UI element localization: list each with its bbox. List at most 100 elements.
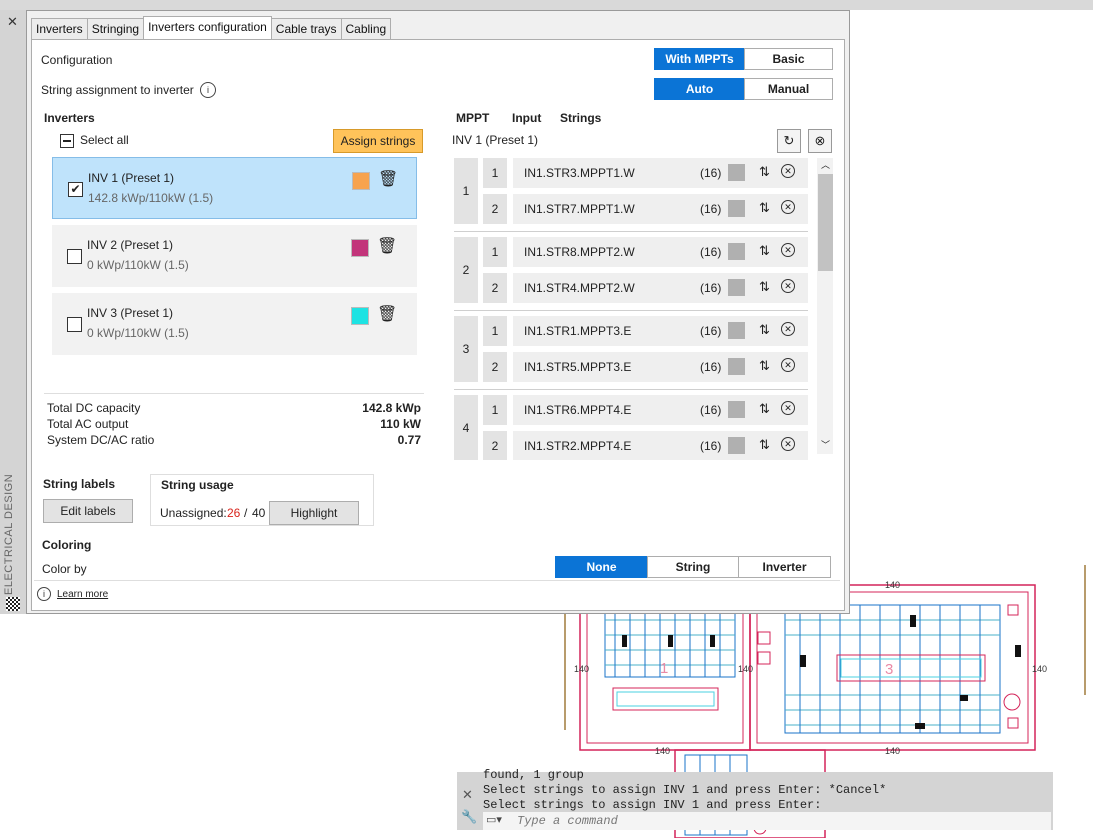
wrench-icon[interactable]: 🔧 — [461, 809, 477, 825]
with-mppts-button[interactable]: With MPPTs — [654, 48, 745, 70]
string-assignment-label: String assignment to inverter — [41, 83, 194, 97]
swap-icon[interactable]: ⇅ — [759, 401, 770, 417]
remove-icon[interactable]: ✕ — [781, 437, 795, 451]
mode-toggle: With MPPTs Basic — [654, 48, 833, 70]
inverter-color-swatch[interactable] — [352, 172, 370, 190]
edit-labels-button[interactable]: Edit labels — [43, 499, 133, 523]
tab-cable-trays[interactable]: Cable trays — [270, 18, 342, 40]
inverter-checkbox[interactable] — [67, 249, 82, 264]
string-row[interactable]: IN1.STR7.MPPT1.W (16) ⇅ ✕ — [513, 194, 808, 224]
tab-inverters[interactable]: Inverters — [31, 18, 88, 40]
string-row[interactable]: IN1.STR3.MPPT1.W (16) ⇅ ✕ — [513, 158, 808, 188]
color-none-button[interactable]: None — [555, 556, 648, 578]
input-number: 2 — [483, 194, 507, 224]
trash-icon[interactable]: 🗑 — [377, 304, 397, 324]
input-number: 1 — [483, 395, 507, 425]
usage-separator: / — [244, 506, 248, 520]
refresh-icon[interactable]: ↻ — [777, 129, 801, 153]
string-row[interactable]: IN1.STR6.MPPT4.E (16) ⇅ ✕ — [513, 395, 808, 425]
tab-stringing[interactable]: Stringing — [86, 18, 145, 40]
remove-icon[interactable]: ✕ — [781, 243, 795, 257]
string-color-swatch[interactable] — [728, 358, 745, 375]
string-row[interactable]: IN1.STR8.MPPT2.W (16) ⇅ ✕ — [513, 237, 808, 267]
string-row[interactable]: IN1.STR2.MPPT4.E (16) ⇅ ✕ — [513, 431, 808, 460]
inverter-item[interactable]: INV 3 (Preset 1) 0 kWp/110kW (1.5) 🗑 — [52, 293, 417, 355]
clear-icon[interactable]: ⊗ — [808, 129, 832, 153]
select-all-checkbox[interactable] — [60, 134, 74, 148]
string-usage-section: String usage Unassigned: 26 / 40 Highlig… — [150, 474, 374, 526]
remove-icon[interactable]: ✕ — [781, 322, 795, 336]
mppt-number: 2 — [454, 237, 478, 303]
highlight-button[interactable]: Highlight — [269, 501, 359, 525]
string-color-swatch[interactable] — [728, 279, 745, 296]
grip-icon[interactable] — [6, 597, 20, 611]
info-icon[interactable]: i — [200, 82, 216, 98]
cad-dim-label: 140 — [655, 746, 670, 756]
string-color-swatch[interactable] — [728, 437, 745, 454]
inverter-checkbox[interactable] — [67, 317, 82, 332]
string-color-swatch[interactable] — [728, 164, 745, 181]
swap-icon[interactable]: ⇅ — [759, 279, 770, 295]
remove-icon[interactable]: ✕ — [781, 164, 795, 178]
chevron-up-icon[interactable]: ︿ — [821, 158, 830, 171]
inverter-item[interactable]: INV 2 (Preset 1) 0 kWp/110kW (1.5) 🗑 — [52, 225, 417, 287]
basic-button[interactable]: Basic — [744, 48, 833, 70]
inverter-color-swatch[interactable] — [351, 307, 369, 325]
swap-icon[interactable]: ⇅ — [759, 164, 770, 180]
string-row[interactable]: IN1.STR1.MPPT3.E (16) ⇅ ✕ — [513, 316, 808, 346]
swap-icon[interactable]: ⇅ — [759, 437, 770, 453]
inverter-color-swatch[interactable] — [351, 239, 369, 257]
cad-dim-label: 140 — [738, 664, 753, 674]
string-color-swatch[interactable] — [728, 401, 745, 418]
dock-title: ELECTRICAL DESIGN — [3, 473, 15, 595]
input-number: 2 — [483, 431, 507, 460]
swap-icon[interactable]: ⇅ — [759, 322, 770, 338]
remove-icon[interactable]: ✕ — [781, 200, 795, 214]
dc-ac-ratio-value: 0.77 — [397, 433, 421, 447]
auto-button[interactable]: Auto — [654, 78, 745, 100]
manual-button[interactable]: Manual — [744, 78, 833, 100]
input-number: 1 — [483, 316, 507, 346]
string-color-swatch[interactable] — [728, 322, 745, 339]
remove-icon[interactable]: ✕ — [781, 279, 795, 293]
cad-dim-label: 140 — [885, 746, 900, 756]
scrollbar-thumb[interactable] — [818, 174, 833, 271]
color-string-button[interactable]: String — [647, 556, 739, 578]
string-count: (16) — [700, 166, 722, 180]
swap-icon[interactable]: ⇅ — [759, 243, 770, 259]
chevron-down-icon[interactable]: ﹀ — [821, 438, 830, 451]
learn-more-link[interactable]: Learn more — [57, 589, 108, 600]
inverters-title: Inverters — [44, 111, 95, 125]
inverter-item[interactable]: ✔ INV 1 (Preset 1) 142.8 kWp/110kW (1.5)… — [52, 157, 417, 219]
color-inverter-button[interactable]: Inverter — [738, 556, 831, 578]
inverter-checkbox[interactable]: ✔ — [68, 182, 83, 197]
command-history-line: Select strings to assign INV 1 and press… — [483, 783, 887, 797]
tab-inverters-configuration[interactable]: Inverters configuration — [143, 16, 272, 40]
string-labels-title: String labels — [43, 477, 116, 491]
remove-icon[interactable]: ✕ — [781, 401, 795, 415]
string-color-swatch[interactable] — [728, 243, 745, 260]
close-icon[interactable]: ✕ — [7, 14, 18, 30]
terminal-icon[interactable]: ▭▾ — [486, 813, 502, 826]
mppt-list: 1 1 IN1.STR3.MPPT1.W (16) ⇅ ✕ 2 IN1.STR7… — [440, 158, 818, 460]
tab-cabling[interactable]: Cabling — [340, 18, 392, 40]
trash-icon[interactable]: 🗑 — [377, 236, 397, 256]
assign-strings-button[interactable]: Assign strings — [333, 129, 423, 153]
string-name: IN1.STR7.MPPT1.W — [524, 202, 635, 216]
command-input[interactable]: ▭▾ Type a command — [483, 812, 1051, 830]
string-row[interactable]: IN1.STR5.MPPT3.E (16) ⇅ ✕ — [513, 352, 808, 382]
close-icon[interactable]: ✕ — [462, 787, 473, 803]
divider — [44, 393, 424, 394]
remove-icon[interactable]: ✕ — [781, 358, 795, 372]
string-count: (16) — [700, 202, 722, 216]
command-placeholder: Type a command — [517, 814, 618, 828]
scrollbar[interactable]: ︿ ﹀ — [817, 158, 833, 454]
string-row[interactable]: IN1.STR4.MPPT2.W (16) ⇅ ✕ — [513, 273, 808, 303]
command-window: ✕ 🔧 found, 1 group Select strings to assi… — [457, 768, 1053, 830]
string-color-swatch[interactable] — [728, 200, 745, 217]
trash-icon[interactable]: 🗑 — [378, 169, 398, 189]
swap-icon[interactable]: ⇅ — [759, 200, 770, 216]
inverter-capacity: 0 kWp/110kW (1.5) — [87, 258, 189, 272]
swap-icon[interactable]: ⇅ — [759, 358, 770, 374]
string-count: (16) — [700, 324, 722, 338]
